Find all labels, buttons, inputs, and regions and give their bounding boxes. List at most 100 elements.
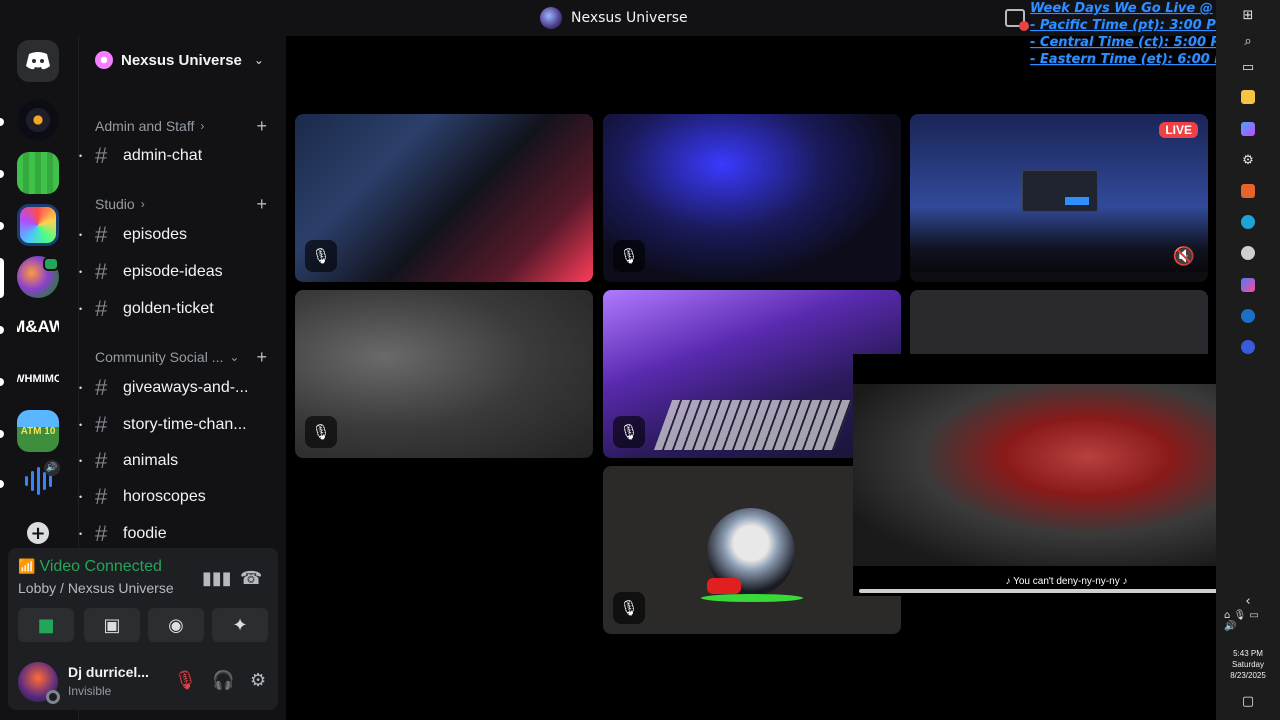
unread-pill: [0, 118, 4, 126]
unread-pill: [0, 378, 4, 386]
search-icon[interactable]: ⌕: [1239, 32, 1257, 50]
settings-gear-icon[interactable]: ⚙: [250, 670, 266, 691]
channel-name: horoscopes: [123, 488, 206, 505]
create-channel-icon[interactable]: +: [256, 116, 267, 137]
unread-pill: [0, 222, 4, 230]
camera-button[interactable]: ■: [18, 608, 74, 642]
clock-day: Saturday: [1231, 660, 1265, 669]
server-icon-rainbow[interactable]: [17, 204, 59, 246]
user-status: Invisible: [68, 684, 112, 698]
noise-suppression-icon[interactable]: ▮▮▮: [202, 568, 232, 589]
soundboard-icon: ✦: [232, 614, 248, 636]
camera-icon: ■: [37, 614, 55, 636]
voice-status[interactable]: Video Connected: [39, 558, 161, 576]
grass-patch: [701, 594, 803, 602]
category-studio[interactable]: Studio › +: [95, 194, 275, 214]
video-badge-icon: [43, 257, 59, 271]
channel-admin-chat[interactable]: • # admin-chat: [79, 141, 279, 171]
hash-icon: #: [95, 448, 108, 473]
video-tile[interactable]: 🎙: [603, 114, 901, 282]
steam-icon[interactable]: [1239, 307, 1257, 325]
unread-dot-icon: •: [79, 151, 83, 161]
channel-golden-ticket[interactable]: • # golden-ticket: [79, 294, 279, 324]
server-icon-mandw[interactable]: M&AW: [17, 306, 59, 348]
mic-icon: 🎙: [613, 416, 645, 448]
headphones-button[interactable]: 🎧: [212, 670, 234, 691]
app-icon[interactable]: [1239, 182, 1257, 200]
channel-giveaways[interactable]: • # giveaways-and-...: [79, 373, 279, 403]
screen-record-icon[interactable]: [1005, 9, 1029, 31]
unread-dot-icon: •: [79, 456, 83, 466]
notifications-icon[interactable]: ▢: [1239, 692, 1257, 710]
settings-icon[interactable]: ⚙: [1239, 151, 1257, 169]
category-community-social[interactable]: Community Social ... ⌄ +: [95, 347, 275, 367]
mic-muted-icon: 🎙: [613, 240, 645, 272]
create-channel-icon[interactable]: +: [256, 347, 267, 368]
clock-time: 5:43 PM: [1233, 649, 1263, 658]
obs-icon[interactable]: [1239, 244, 1257, 262]
unread-dot-icon: •: [79, 420, 83, 430]
app-icon[interactable]: [1239, 338, 1257, 356]
mute-mic-button[interactable]: 🎙: [174, 670, 197, 691]
channel-story-time[interactable]: • # story-time-chan...: [79, 410, 279, 440]
channel-name: giveaways-and-...: [123, 379, 249, 396]
system-tray[interactable]: ⌂ 🎙 ▭ 🔊: [1224, 610, 1259, 632]
category-label: Admin and Staff: [95, 118, 195, 134]
gamepad-icon: ◉: [168, 614, 184, 636]
edge-icon[interactable]: [1239, 213, 1257, 231]
schedule-line: - Central Time (ct): 5:00 Pm: [1030, 35, 1234, 50]
app-icon[interactable]: [1239, 276, 1257, 294]
screen-share-icon: ▣: [103, 614, 121, 636]
clock[interactable]: 5:43 PM Saturday 8/23/2025: [1216, 648, 1280, 681]
channel-foodie[interactable]: • # foodie: [79, 519, 279, 549]
screen-share-button[interactable]: ▣: [84, 608, 140, 642]
unread-pill: [0, 430, 4, 438]
server-icon: [540, 7, 562, 29]
channel-episodes[interactable]: • # episodes: [79, 220, 279, 250]
voice-panel: 📶 Video Connected Lobby / Nexsus Univers…: [8, 548, 278, 710]
selected-server-pill: [0, 258, 4, 298]
username[interactable]: Dj durricel...: [68, 664, 149, 680]
file-explorer-icon[interactable]: [1239, 88, 1257, 106]
create-channel-icon[interactable]: +: [256, 194, 267, 215]
unread-dot-icon: •: [79, 383, 83, 393]
playback-progress-bar[interactable]: [859, 589, 1274, 593]
task-view-icon[interactable]: ▭: [1239, 58, 1257, 76]
unread-dot-icon: •: [79, 529, 83, 539]
channel-name: golden-ticket: [123, 300, 214, 317]
category-admin-and-staff[interactable]: Admin and Staff › +: [95, 116, 275, 136]
server-name: Nexsus Universe: [121, 51, 242, 69]
soundboard-button[interactable]: ✦: [212, 608, 268, 642]
server-header[interactable]: Nexsus Universe ⌄: [95, 48, 264, 72]
chevron-up-icon[interactable]: ‹: [1239, 592, 1257, 610]
server-icon-atm[interactable]: ATM 10: [17, 410, 59, 452]
discord-icon: [26, 52, 50, 70]
server-icon-rocket[interactable]: [17, 99, 59, 141]
category-label: Community Social ...: [95, 349, 224, 365]
voice-location[interactable]: Lobby / Nexsus Universe: [18, 580, 174, 596]
signal-icon: 📶: [18, 559, 36, 575]
server-icon-whim[interactable]: WHMIMC: [17, 358, 59, 400]
user-panel: Dj durricel... Invisible 🎙 🎧 ⚙: [18, 660, 268, 704]
video-tile[interactable]: 🎙: [295, 114, 593, 282]
stream-tile[interactable]: LIVE 🔇: [910, 114, 1208, 282]
windows-start-icon[interactable]: ⊞: [1239, 6, 1257, 24]
windows-taskbar: ⊞ ⌕ ▭ ⚙ ‹ ⌂ 🎙 ▭ 🔊 5:43 PM Saturday 8/23/2…: [1216, 0, 1280, 720]
server-icon-green[interactable]: [17, 152, 59, 194]
hash-icon: #: [95, 375, 108, 400]
invisible-status-icon: [46, 690, 60, 704]
live-badge: LIVE: [1159, 122, 1198, 138]
hash-icon: #: [95, 259, 108, 284]
channel-animals[interactable]: • # animals: [79, 446, 279, 476]
copilot-icon[interactable]: [1239, 120, 1257, 138]
direct-messages-button[interactable]: [17, 40, 59, 82]
channel-episode-ideas[interactable]: • # episode-ideas: [79, 257, 279, 287]
stream-dialog-preview: [1022, 170, 1098, 212]
disconnect-icon[interactable]: ☎: [240, 568, 262, 589]
channel-name: foodie: [123, 525, 167, 542]
channel-horoscopes[interactable]: • # horoscopes: [79, 482, 279, 512]
activities-button[interactable]: ◉: [148, 608, 204, 642]
stream-volume-muted-icon[interactable]: 🔇: [1170, 242, 1198, 270]
video-tile[interactable]: 🎙: [295, 290, 593, 458]
schedule-line: - Pacific Time (pt): 3:00 Pm: [1030, 18, 1230, 33]
